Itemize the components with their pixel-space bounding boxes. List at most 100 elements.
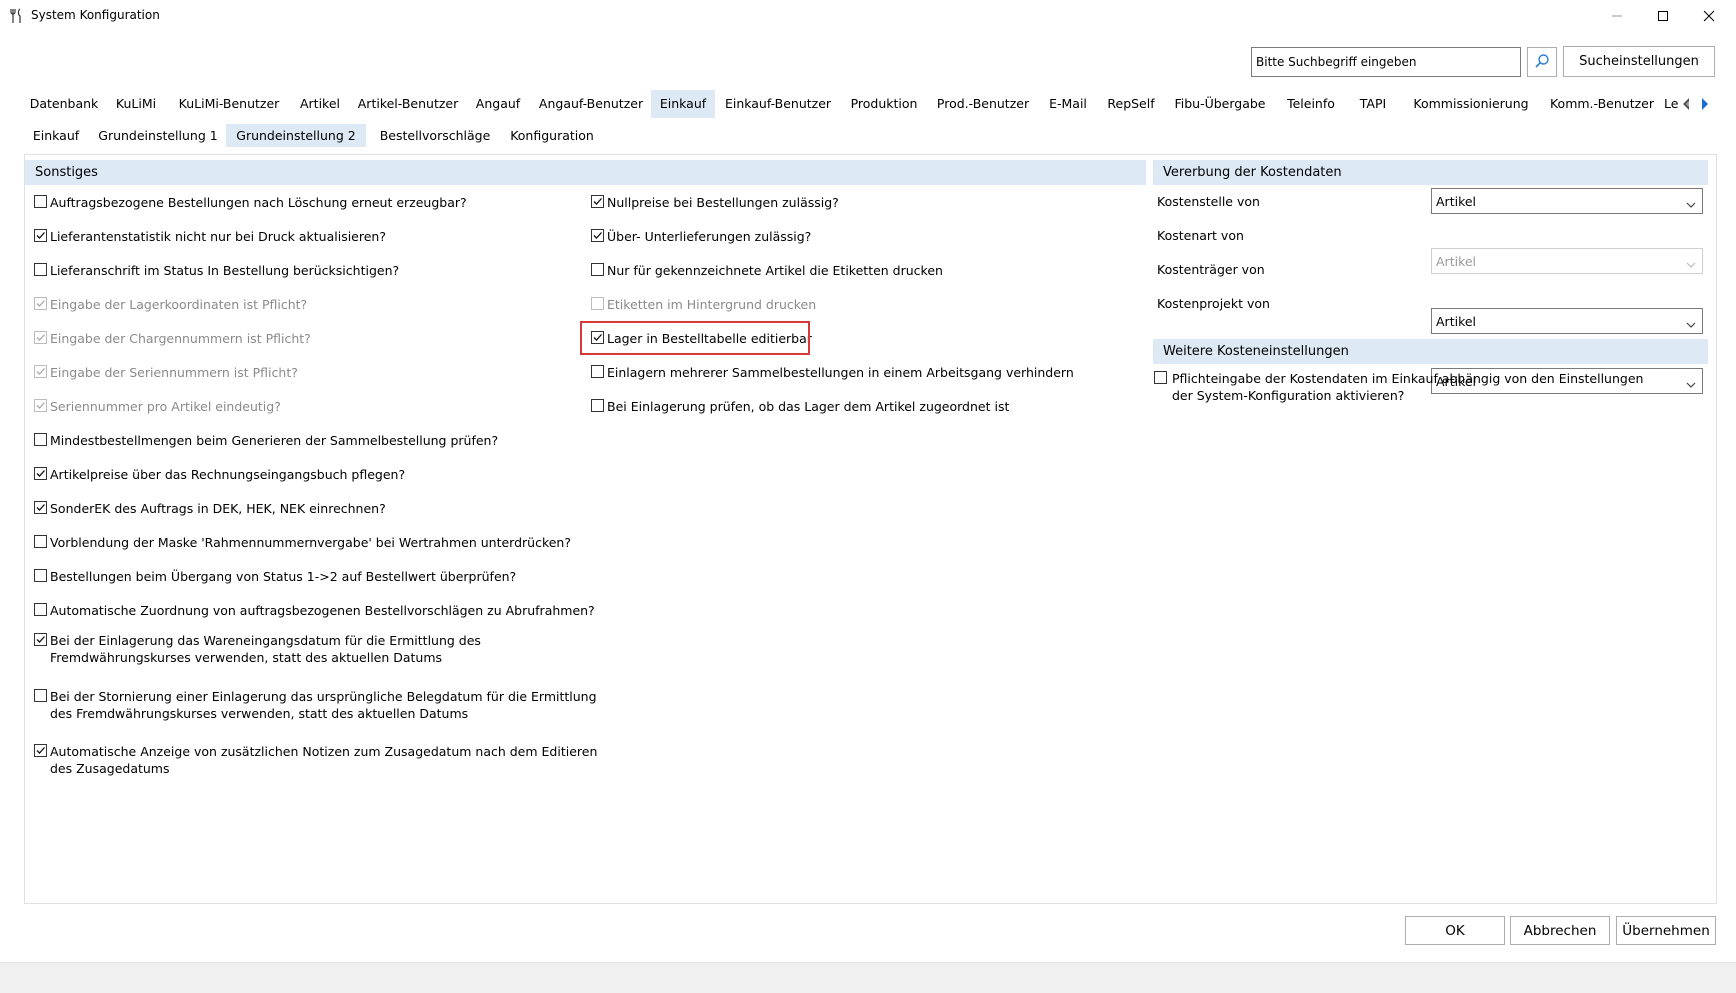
search-input[interactable]	[1251, 47, 1521, 77]
cancel-button[interactable]: Abbrechen	[1510, 916, 1610, 945]
checkbox-row[interactable]: Lieferantenstatistik nicht nur bei Druck…	[34, 228, 386, 245]
tab-kulimi[interactable]: KuLiMi	[110, 92, 162, 116]
tab-angauf-benutzer[interactable]: Angauf-Benutzer	[536, 92, 646, 116]
title-bar: System Konfiguration	[0, 0, 1736, 32]
checkbox[interactable]	[34, 569, 47, 582]
checkbox-row: Eingabe der Seriennummern ist Pflicht?	[34, 364, 298, 381]
checkbox-label: Eingabe der Seriennummern ist Pflicht?	[50, 365, 298, 380]
tab-einkauf-benutzer[interactable]: Einkauf-Benutzer	[723, 92, 833, 116]
checkbox-label: Automatische Zuordnung von auftragsbezog…	[50, 603, 595, 618]
checkbox-row[interactable]: Bei Einlagerung prüfen, ob das Lager dem…	[591, 398, 1009, 415]
search-settings-button[interactable]: Sucheinstellungen	[1563, 46, 1715, 77]
checkbox-checked[interactable]	[34, 501, 47, 514]
apply-button[interactable]: Übernehmen	[1616, 916, 1716, 945]
dropdown-kostentraeger-value: Artikel	[1436, 313, 1477, 329]
tab-kommissionierung[interactable]: Kommissionierung	[1407, 92, 1535, 116]
checkbox-row[interactable]: Bei der Stornierung einer Einlagerung da…	[34, 688, 600, 722]
subtab-bestellvorschlaege[interactable]: Bestellvorschläge	[373, 124, 497, 147]
checkbox-checked[interactable]	[591, 195, 604, 208]
tab-kulimi-benutzer[interactable]: KuLiMi-Benutzer	[174, 92, 284, 116]
chevron-down-icon	[1686, 257, 1696, 272]
subtab-einkauf[interactable]: Einkauf	[27, 124, 85, 147]
checkbox-row[interactable]: Vorblendung der Maske 'Rahmennummernverg…	[34, 534, 571, 551]
checkbox-row[interactable]: Bei der Einlagerung das Wareneingangsdat…	[34, 632, 600, 666]
tab-artikel-benutzer[interactable]: Artikel-Benutzer	[356, 92, 460, 116]
tab-artikel[interactable]: Artikel	[294, 92, 346, 116]
checkbox-label: Mindestbestellmengen beim Generieren der…	[50, 433, 499, 448]
checkbox-pflichteingabe[interactable]: Pflichteingabe der Kostendaten im Einkau…	[1154, 370, 1694, 404]
tab-komm-benutzer[interactable]: Komm.-Benutzer	[1547, 92, 1657, 116]
checkbox	[591, 297, 604, 310]
checkbox[interactable]	[34, 195, 47, 208]
highlight-box	[580, 321, 810, 355]
checkbox-row[interactable]: Mindestbestellmengen beim Generieren der…	[34, 432, 498, 449]
checkbox-checked[interactable]	[591, 229, 604, 242]
checkbox[interactable]	[591, 263, 604, 276]
checkbox[interactable]	[591, 399, 604, 412]
tab-datenbank[interactable]: Datenbank	[26, 92, 102, 116]
checkbox-row[interactable]: Einlagern mehrerer Sammelbestellungen in…	[591, 364, 1074, 381]
checkbox-row[interactable]: Bestellungen beim Übergang von Status 1-…	[34, 568, 516, 585]
subtab-konfiguration[interactable]: Konfiguration	[505, 124, 599, 147]
checkbox[interactable]	[34, 535, 47, 548]
checkbox-checked[interactable]	[34, 229, 47, 242]
checkbox[interactable]	[34, 689, 47, 702]
search-icon	[1534, 53, 1550, 72]
close-icon[interactable]	[1686, 0, 1732, 32]
checkbox-label: Lieferantenstatistik nicht nur bei Druck…	[50, 229, 386, 244]
checkbox-checked	[34, 331, 47, 344]
subtab-grundeinstellung-2[interactable]: Grundeinstellung 2	[226, 124, 366, 147]
checkbox-label: Auftragsbezogene Bestellungen nach Lösch…	[50, 195, 467, 210]
tab-le[interactable]: Le	[1664, 92, 1678, 116]
checkbox-row[interactable]: Nullpreise bei Bestellungen zulässig?	[591, 194, 839, 211]
tab-produktion[interactable]: Produktion	[845, 92, 923, 116]
scroll-left-icon[interactable]	[1681, 97, 1691, 114]
checkbox[interactable]	[1154, 371, 1167, 384]
label-kostenart: Kostenart von	[1157, 228, 1244, 243]
minimize-icon[interactable]	[1594, 0, 1640, 32]
search-button[interactable]	[1527, 47, 1557, 77]
checkbox-label: Eingabe der Chargennummern ist Pflicht?	[50, 331, 311, 346]
tab-email[interactable]: E-Mail	[1043, 92, 1093, 116]
checkbox-checked	[34, 297, 47, 310]
checkbox-label: Bei Einlagerung prüfen, ob das Lager dem…	[607, 399, 1010, 414]
dropdown-kostentraeger[interactable]: Artikel	[1431, 308, 1703, 334]
checkbox-row[interactable]: SonderEK des Auftrags in DEK, HEK, NEK e…	[34, 500, 386, 517]
tab-tapi[interactable]: TAPI	[1351, 92, 1395, 116]
checkbox-row: Etiketten im Hintergrund drucken	[591, 296, 816, 313]
checkbox[interactable]	[34, 433, 47, 446]
tab-angauf[interactable]: Angauf	[470, 92, 526, 116]
checkbox-row[interactable]: Nur für gekennzeichnete Artikel die Etik…	[591, 262, 943, 279]
tab-teleinfo[interactable]: Teleinfo	[1281, 92, 1341, 116]
checkbox-label: Einlagern mehrerer Sammelbestellungen in…	[607, 365, 1074, 380]
subtab-grundeinstellung-1[interactable]: Grundeinstellung 1	[95, 124, 221, 147]
checkbox-row[interactable]: Auftragsbezogene Bestellungen nach Lösch…	[34, 194, 467, 211]
checkbox-label: Nullpreise bei Bestellungen zulässig?	[607, 195, 839, 210]
tab-repself[interactable]: RepSelf	[1103, 92, 1159, 116]
checkbox-row[interactable]: Artikelpreise über das Rechnungseingangs…	[34, 466, 405, 483]
checkbox-row[interactable]: Lieferanschrift im Status In Bestellung …	[34, 262, 399, 279]
checkbox-label: Lieferanschrift im Status In Bestellung …	[50, 263, 400, 278]
checkbox[interactable]	[591, 365, 604, 378]
dropdown-kostenart-value: Artikel	[1436, 253, 1477, 269]
ok-button[interactable]: OK	[1405, 916, 1505, 945]
checkbox[interactable]	[34, 263, 47, 276]
tab-einkauf[interactable]: Einkauf	[651, 90, 715, 118]
section-header-weitere: Weitere Kosteneinstellungen	[1153, 339, 1708, 364]
tab-fibu-uebergabe[interactable]: Fibu-Übergabe	[1169, 92, 1271, 116]
section-header-sonstiges: Sonstiges	[25, 160, 1146, 185]
checkbox-row: Eingabe der Chargennummern ist Pflicht?	[34, 330, 311, 347]
checkbox-checked[interactable]	[34, 467, 47, 480]
maximize-icon[interactable]	[1640, 0, 1686, 32]
dropdown-kostenstelle[interactable]: Artikel	[1431, 188, 1703, 214]
checkbox-row[interactable]: Automatische Zuordnung von auftragsbezog…	[34, 602, 595, 619]
tab-prod-benutzer[interactable]: Prod.-Benutzer	[933, 92, 1033, 116]
checkbox-checked	[34, 399, 47, 412]
checkbox-row[interactable]: Automatische Anzeige von zusätzlichen No…	[34, 743, 600, 777]
checkbox-row[interactable]: Über- Unterlieferungen zulässig?	[591, 228, 811, 245]
checkbox-checked[interactable]	[34, 744, 47, 757]
checkbox[interactable]	[34, 603, 47, 616]
scroll-right-icon[interactable]	[1700, 97, 1710, 114]
checkbox-checked[interactable]	[34, 633, 47, 646]
checkbox-label: Über- Unterlieferungen zulässig?	[607, 229, 812, 244]
